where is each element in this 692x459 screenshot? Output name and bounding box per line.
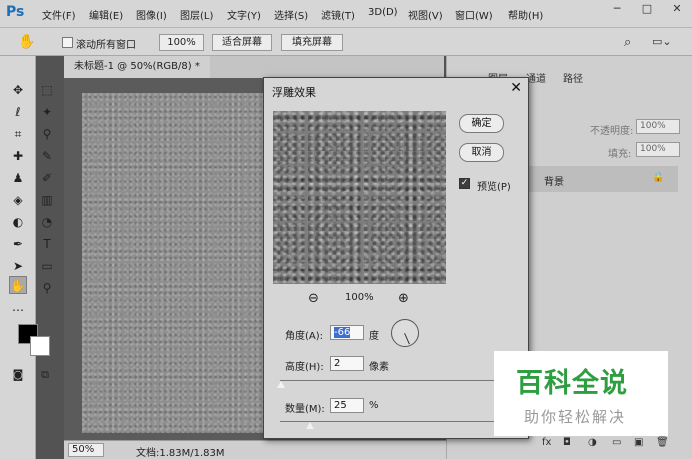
lasso-tool-icon[interactable]: ℓ <box>9 103 27 121</box>
height-label: 高度(H): <box>285 362 324 373</box>
amount-label: 数量(M): <box>285 404 325 415</box>
fill-label: 填充: <box>608 149 632 160</box>
fill-screen-button[interactable]: 填充屏幕 <box>281 34 343 51</box>
watermark-subtitle: 助你轻松解决 <box>524 408 627 426</box>
menu-bar: Ps 文件(F) 编辑(E) 图像(I) 图层(L) 文字(Y) 选择(S) 滤… <box>0 0 692 28</box>
zoom-100-button[interactable]: 100% <box>159 34 204 51</box>
path-selection-icon[interactable]: ➤ <box>9 257 27 275</box>
hand-tool-preset-icon[interactable]: ✋ <box>18 33 36 51</box>
blur-tool-icon[interactable]: ◐ <box>9 213 27 231</box>
move-tool-icon[interactable]: ✥ <box>9 81 27 99</box>
crop-tool-icon[interactable]: ⌗ <box>9 125 27 143</box>
ok-button[interactable]: 确定 <box>459 114 504 133</box>
gradient-tool-icon[interactable]: ▥ <box>38 191 56 209</box>
scroll-all-label: 滚动所有窗口 <box>76 40 136 51</box>
minimize-button[interactable]: ─ <box>604 0 630 18</box>
shape-tool-icon[interactable]: ▭ <box>38 257 56 275</box>
menu-help[interactable]: 帮助(H) <box>508 7 543 22</box>
menu-view[interactable]: 视图(V) <box>408 7 443 22</box>
photoshop-logo: Ps <box>6 4 25 20</box>
menu-image[interactable]: 图像(I) <box>136 7 167 22</box>
height-slider-track[interactable] <box>280 380 500 381</box>
lock-icon[interactable]: 🔒 <box>652 172 664 183</box>
hand-tool-icon[interactable]: ✋ <box>9 276 27 294</box>
pen-tool-icon[interactable]: ✒ <box>9 235 27 253</box>
tab-channels[interactable]: 通道 <box>526 70 546 85</box>
eraser-tool-icon[interactable]: ◈ <box>9 191 27 209</box>
search-icon[interactable]: ⌕ <box>624 35 631 50</box>
marquee-tool-icon[interactable]: ⬚ <box>38 81 56 99</box>
quick-mask-icon[interactable]: ◙ <box>9 366 27 384</box>
height-slider-thumb[interactable] <box>277 381 285 388</box>
adjustment-layer-icon[interactable]: ◑ <box>588 437 597 448</box>
stamp-tool-icon[interactable]: ♟ <box>9 169 27 187</box>
height-unit: 像素 <box>369 362 389 373</box>
menu-window[interactable]: 窗口(W) <box>455 7 493 22</box>
status-bar: 50% 文档:1.83M/1.83M <box>64 440 494 459</box>
dialog-title: 浮雕效果 <box>272 86 316 99</box>
screen-mode-icon[interactable]: ⧉ <box>36 366 54 384</box>
menu-select[interactable]: 选择(S) <box>274 7 308 22</box>
eyedropper-tool-icon[interactable]: ⚲ <box>38 125 56 143</box>
document-tab[interactable]: 未标题-1 @ 50%(RGB/8) * <box>64 56 210 78</box>
menu-filter[interactable]: 滤镜(T) <box>321 7 355 22</box>
spot-healing-icon[interactable]: ✚ <box>9 147 27 165</box>
tools-panel: ✥ ℓ ⌗ ✚ ♟ ◈ ◐ ✒ ➤ ✋ ⋯ ⬚ ✦ ⚲ ✎ ✐ ▥ ◔ T ▭ … <box>0 56 53 459</box>
zoom-tool-icon[interactable]: ⚲ <box>38 279 56 297</box>
document-tab-bar: 未标题-1 @ 50%(RGB/8) * <box>64 56 444 78</box>
opacity-field[interactable]: 100% <box>636 119 680 134</box>
angle-label: 角度(A): <box>285 331 324 342</box>
delete-layer-icon[interactable]: 🗑 <box>656 437 669 448</box>
zoom-out-icon[interactable]: ⊖ <box>308 291 319 306</box>
filter-preview[interactable] <box>273 111 446 284</box>
group-icon[interactable]: ▭ <box>612 437 621 448</box>
angle-input[interactable]: -66 <box>330 325 364 340</box>
angle-unit: 度 <box>369 331 379 342</box>
new-layer-icon[interactable]: ▣ <box>634 437 643 448</box>
fx-icon[interactable]: fx <box>542 437 551 448</box>
layer-name: 背景 <box>544 177 564 188</box>
watermark: 百科全说 助你轻松解决 <box>494 351 668 436</box>
menu-3d[interactable]: 3D(D) <box>368 7 398 18</box>
close-window-button[interactable]: ✕ <box>664 0 690 18</box>
opacity-label: 不透明度: <box>590 126 634 137</box>
fill-field[interactable]: 100% <box>636 142 680 157</box>
magic-wand-icon[interactable]: ✦ <box>38 103 56 121</box>
scroll-all-checkbox[interactable] <box>62 37 73 48</box>
menu-file[interactable]: 文件(F) <box>42 7 76 22</box>
maximize-button[interactable]: □ <box>634 0 660 18</box>
amount-unit: % <box>369 400 379 411</box>
preview-label: 预览(P) <box>477 182 511 193</box>
preview-zoom-level: 100% <box>345 292 374 303</box>
type-tool-icon[interactable]: T <box>38 235 56 253</box>
fit-screen-button[interactable]: 适合屏幕 <box>212 34 272 51</box>
menu-edit[interactable]: 编辑(E) <box>89 7 123 22</box>
menu-type[interactable]: 文字(Y) <box>227 7 261 22</box>
height-input[interactable]: 2 <box>330 356 364 371</box>
brush-tool-icon[interactable]: ✎ <box>38 147 56 165</box>
angle-dial[interactable] <box>391 319 419 347</box>
workspace-switcher-icon[interactable]: ▭⌄ <box>652 35 672 48</box>
amount-slider-thumb[interactable] <box>306 422 314 429</box>
background-color-swatch[interactable] <box>30 336 50 356</box>
cancel-button[interactable]: 取消 <box>459 143 504 162</box>
preview-checkbox[interactable]: ✓ <box>459 178 470 189</box>
angle-needle <box>404 333 410 345</box>
emboss-dialog: 浮雕效果 ✕ 确定 取消 ✓ 预览(P) ⊖ 100% ⊕ 角度(A): -66… <box>263 77 529 439</box>
document-info[interactable]: 文档:1.83M/1.83M <box>136 444 225 459</box>
dialog-close-icon[interactable]: ✕ <box>510 80 522 96</box>
menu-layer[interactable]: 图层(L) <box>180 7 213 22</box>
options-bar: ✋ 滚动所有窗口 100% 适合屏幕 填充屏幕 ⌕ ▭⌄ <box>0 28 692 56</box>
amount-input[interactable]: 25 <box>330 398 364 413</box>
watermark-title: 百科全说 <box>516 368 628 399</box>
zoom-level-field[interactable]: 50% <box>68 443 104 457</box>
tab-paths[interactable]: 路径 <box>563 70 583 85</box>
history-brush-icon[interactable]: ✐ <box>38 169 56 187</box>
add-mask-icon[interactable]: ◘ <box>563 437 571 448</box>
zoom-in-icon[interactable]: ⊕ <box>398 291 409 306</box>
dodge-tool-icon[interactable]: ◔ <box>38 213 56 231</box>
more-tools-icon[interactable]: ⋯ <box>9 301 27 319</box>
